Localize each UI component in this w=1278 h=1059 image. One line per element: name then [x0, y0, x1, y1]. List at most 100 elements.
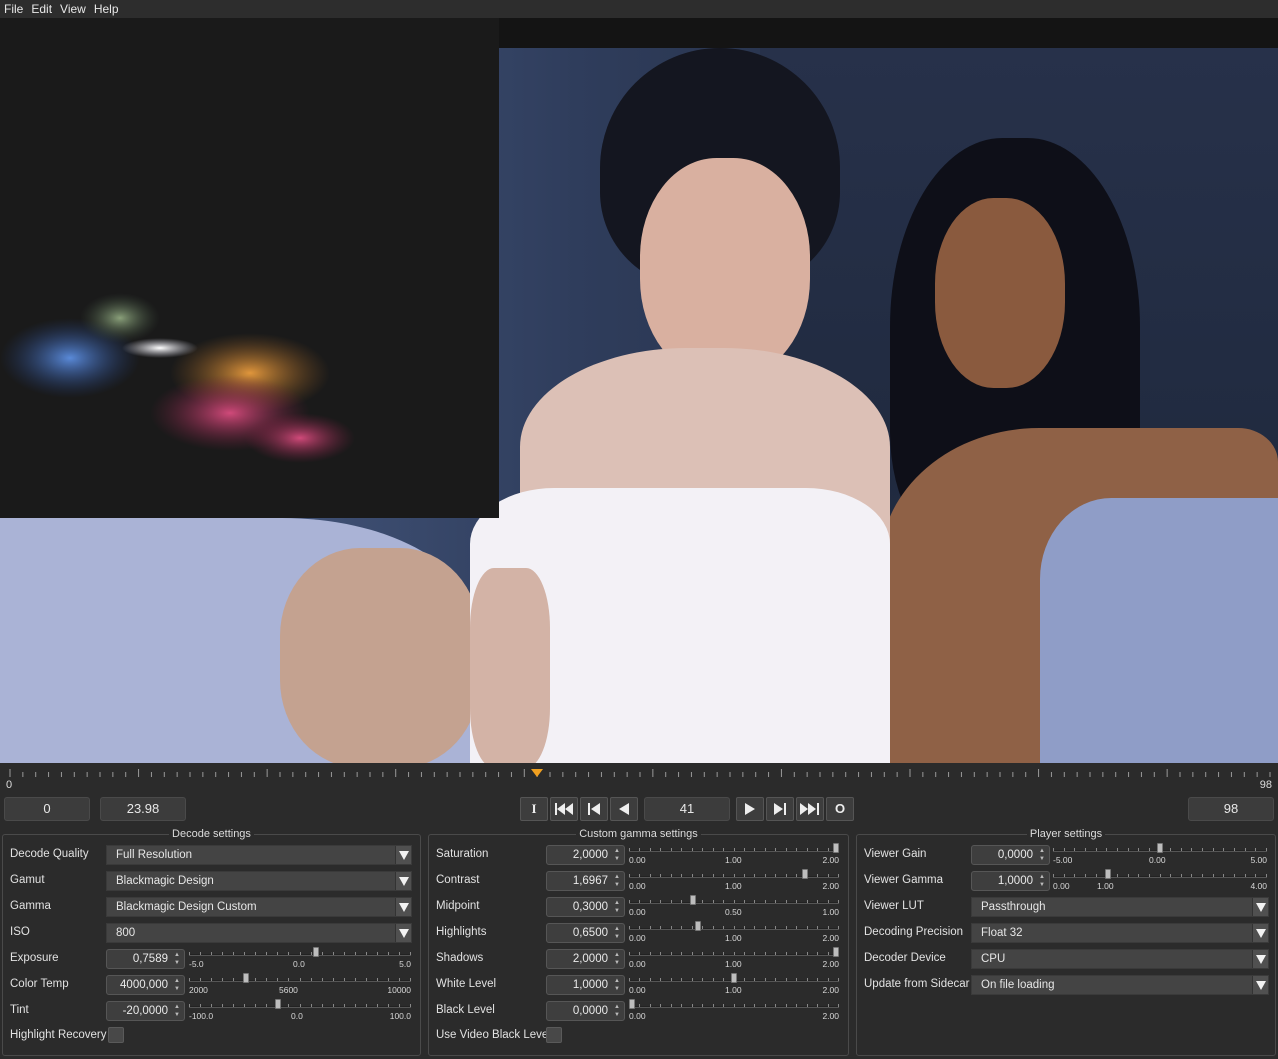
gamma-select[interactable]: Blackmagic Design Custom [106, 897, 412, 917]
color-temp-slider[interactable]: 2000 5600 10000 [189, 973, 411, 995]
tint-spinbox[interactable]: -20,0000 ▲ ▼ [106, 1001, 185, 1021]
slider-tick [211, 952, 212, 955]
viewer-gain-spinbox[interactable]: 0,0000 ▲ ▼ [971, 845, 1050, 865]
slider-thumb[interactable] [313, 947, 319, 957]
slider-thumb[interactable] [833, 843, 839, 853]
spin-arrows-icon[interactable]: ▲ ▼ [611, 899, 623, 915]
spin-arrows-icon[interactable]: ▲ ▼ [611, 1003, 623, 1019]
spin-arrows-icon[interactable]: ▲ ▼ [1036, 847, 1048, 863]
slider-mid-label: 5600 [279, 985, 298, 995]
exposure-spinbox[interactable]: 0,7589 ▲ ▼ [106, 949, 185, 969]
slider-tick [702, 848, 703, 851]
gamut-select[interactable]: Blackmagic Design [106, 871, 412, 891]
menu-edit[interactable]: Edit [27, 0, 56, 18]
use-video-black-level-checkbox[interactable] [546, 1027, 562, 1043]
slider-thumb[interactable] [1105, 869, 1111, 879]
slider-thumb[interactable] [243, 973, 249, 983]
slider-tick [366, 952, 367, 955]
menu-file[interactable]: File [0, 0, 27, 18]
highlights-slider[interactable]: 0.00 1.00 2.00 [629, 921, 839, 943]
go-to-start-button[interactable] [550, 797, 578, 821]
slider-thumb[interactable] [1157, 843, 1163, 853]
viewer-gain-slider[interactable]: -5.00 0.00 5.00 [1053, 843, 1267, 865]
gamut-row: Gamut Blackmagic Design [3, 871, 420, 891]
slider-tick [1128, 848, 1129, 851]
dropdown-arrow-icon [1252, 898, 1268, 916]
spin-arrows-icon[interactable]: ▲ ▼ [171, 951, 183, 967]
shadows-slider[interactable]: 0.00 1.00 2.00 [629, 947, 839, 969]
highlight-recovery-row: Highlight Recovery [3, 1026, 420, 1046]
spin-arrows-icon[interactable]: ▲ ▼ [171, 1003, 183, 1019]
decoder-device-select[interactable]: CPU [971, 949, 1269, 969]
menu-view[interactable]: View [56, 0, 90, 18]
color-temp-spinbox[interactable]: 4000,000 ▲ ▼ [106, 975, 185, 995]
viewer-gamma-spinbox[interactable]: 1,0000 ▲ ▼ [971, 871, 1050, 891]
play-reverse-button[interactable] [610, 797, 638, 821]
contrast-spinbox[interactable]: 1,6967 ▲ ▼ [546, 871, 625, 891]
contrast-slider[interactable]: 0.00 1.00 2.00 [629, 869, 839, 891]
timeline[interactable]: 0 98 [0, 763, 1278, 795]
slider-tick [629, 978, 630, 981]
black-level-spinbox[interactable]: 0,0000 ▲ ▼ [546, 1001, 625, 1021]
prev-frame-button[interactable] [580, 797, 608, 821]
slider-thumb[interactable] [629, 999, 635, 1009]
decoding-precision-select[interactable]: Float 32 [971, 923, 1269, 943]
slider-tick [702, 926, 703, 929]
go-to-end-button[interactable] [796, 797, 824, 821]
slider-tick [650, 952, 651, 955]
slider-tick [838, 978, 839, 981]
exposure-slider[interactable]: -5.0 0.0 5.0 [189, 947, 411, 969]
spin-arrows-icon[interactable]: ▲ ▼ [611, 873, 623, 889]
saturation-slider[interactable]: 0.00 1.00 2.00 [629, 843, 839, 865]
slider-thumb[interactable] [802, 869, 808, 879]
spin-arrows-icon[interactable]: ▲ ▼ [611, 847, 623, 863]
white-level-slider[interactable]: 0.00 1.00 2.00 [629, 973, 839, 995]
shadows-spinbox[interactable]: 2,0000 ▲ ▼ [546, 949, 625, 969]
slider-tick [692, 952, 693, 955]
end-frame-field[interactable]: 98 [1188, 797, 1274, 821]
slider-thumb[interactable] [731, 973, 737, 983]
set-out-button[interactable]: O [826, 797, 854, 821]
slider-tick [1191, 848, 1192, 851]
slider-tick [629, 926, 630, 929]
tint-slider[interactable]: -100.0 0.0 100.0 [189, 999, 411, 1021]
midpoint-slider[interactable]: 0.00 0.50 1.00 [629, 895, 839, 917]
spin-arrows-icon[interactable]: ▲ ▼ [611, 977, 623, 993]
midpoint-row: Midpoint 0,3000 ▲ ▼ 0.00 0.50 1.00 [429, 895, 848, 917]
video-viewer[interactable] [0, 18, 1278, 763]
slider-tick [399, 952, 400, 955]
spin-arrows-icon[interactable]: ▲ ▼ [611, 951, 623, 967]
viewer-gamma-slider[interactable]: 0.00 1.00 4.00 [1053, 869, 1267, 891]
spin-arrows-icon[interactable]: ▲ ▼ [171, 977, 183, 993]
slider-thumb[interactable] [690, 895, 696, 905]
slider-thumb[interactable] [833, 947, 839, 957]
iso-value: 800 [116, 927, 136, 939]
start-frame-field[interactable]: 0 [4, 797, 90, 821]
midpoint-spinbox[interactable]: 0,3000 ▲ ▼ [546, 897, 625, 917]
menu-help[interactable]: Help [90, 0, 123, 18]
spin-arrows-icon[interactable]: ▲ ▼ [611, 925, 623, 941]
slider-thumb[interactable] [275, 999, 281, 1009]
white-level-spinbox[interactable]: 1,0000 ▲ ▼ [546, 975, 625, 995]
highlight-recovery-checkbox[interactable] [108, 1027, 124, 1043]
highlights-spinbox[interactable]: 0,6500 ▲ ▼ [546, 923, 625, 943]
slider-tick [1064, 848, 1065, 851]
slider-tick [681, 848, 682, 851]
next-frame-button[interactable] [766, 797, 794, 821]
current-frame-field[interactable]: 41 [644, 797, 730, 821]
playhead[interactable] [531, 769, 543, 777]
fps-field[interactable]: 23.98 [100, 797, 186, 821]
slider-tick [660, 900, 661, 903]
update-from-sidecar-select[interactable]: On file loading [971, 975, 1269, 995]
saturation-spinbox[interactable]: 2,0000 ▲ ▼ [546, 845, 625, 865]
play-icon [745, 803, 755, 815]
viewer-lut-select[interactable]: Passthrough [971, 897, 1269, 917]
spin-arrows-icon[interactable]: ▲ ▼ [1036, 873, 1048, 889]
play-button[interactable] [736, 797, 764, 821]
set-in-button[interactable]: I [520, 797, 548, 821]
decode-quality-select[interactable]: Full Resolution [106, 845, 412, 865]
slider-mid-label: 0.00 [1149, 855, 1166, 865]
black-level-slider[interactable]: 0.00 2.00 [629, 999, 839, 1021]
slider-thumb[interactable] [695, 921, 701, 931]
iso-select[interactable]: 800 [106, 923, 412, 943]
